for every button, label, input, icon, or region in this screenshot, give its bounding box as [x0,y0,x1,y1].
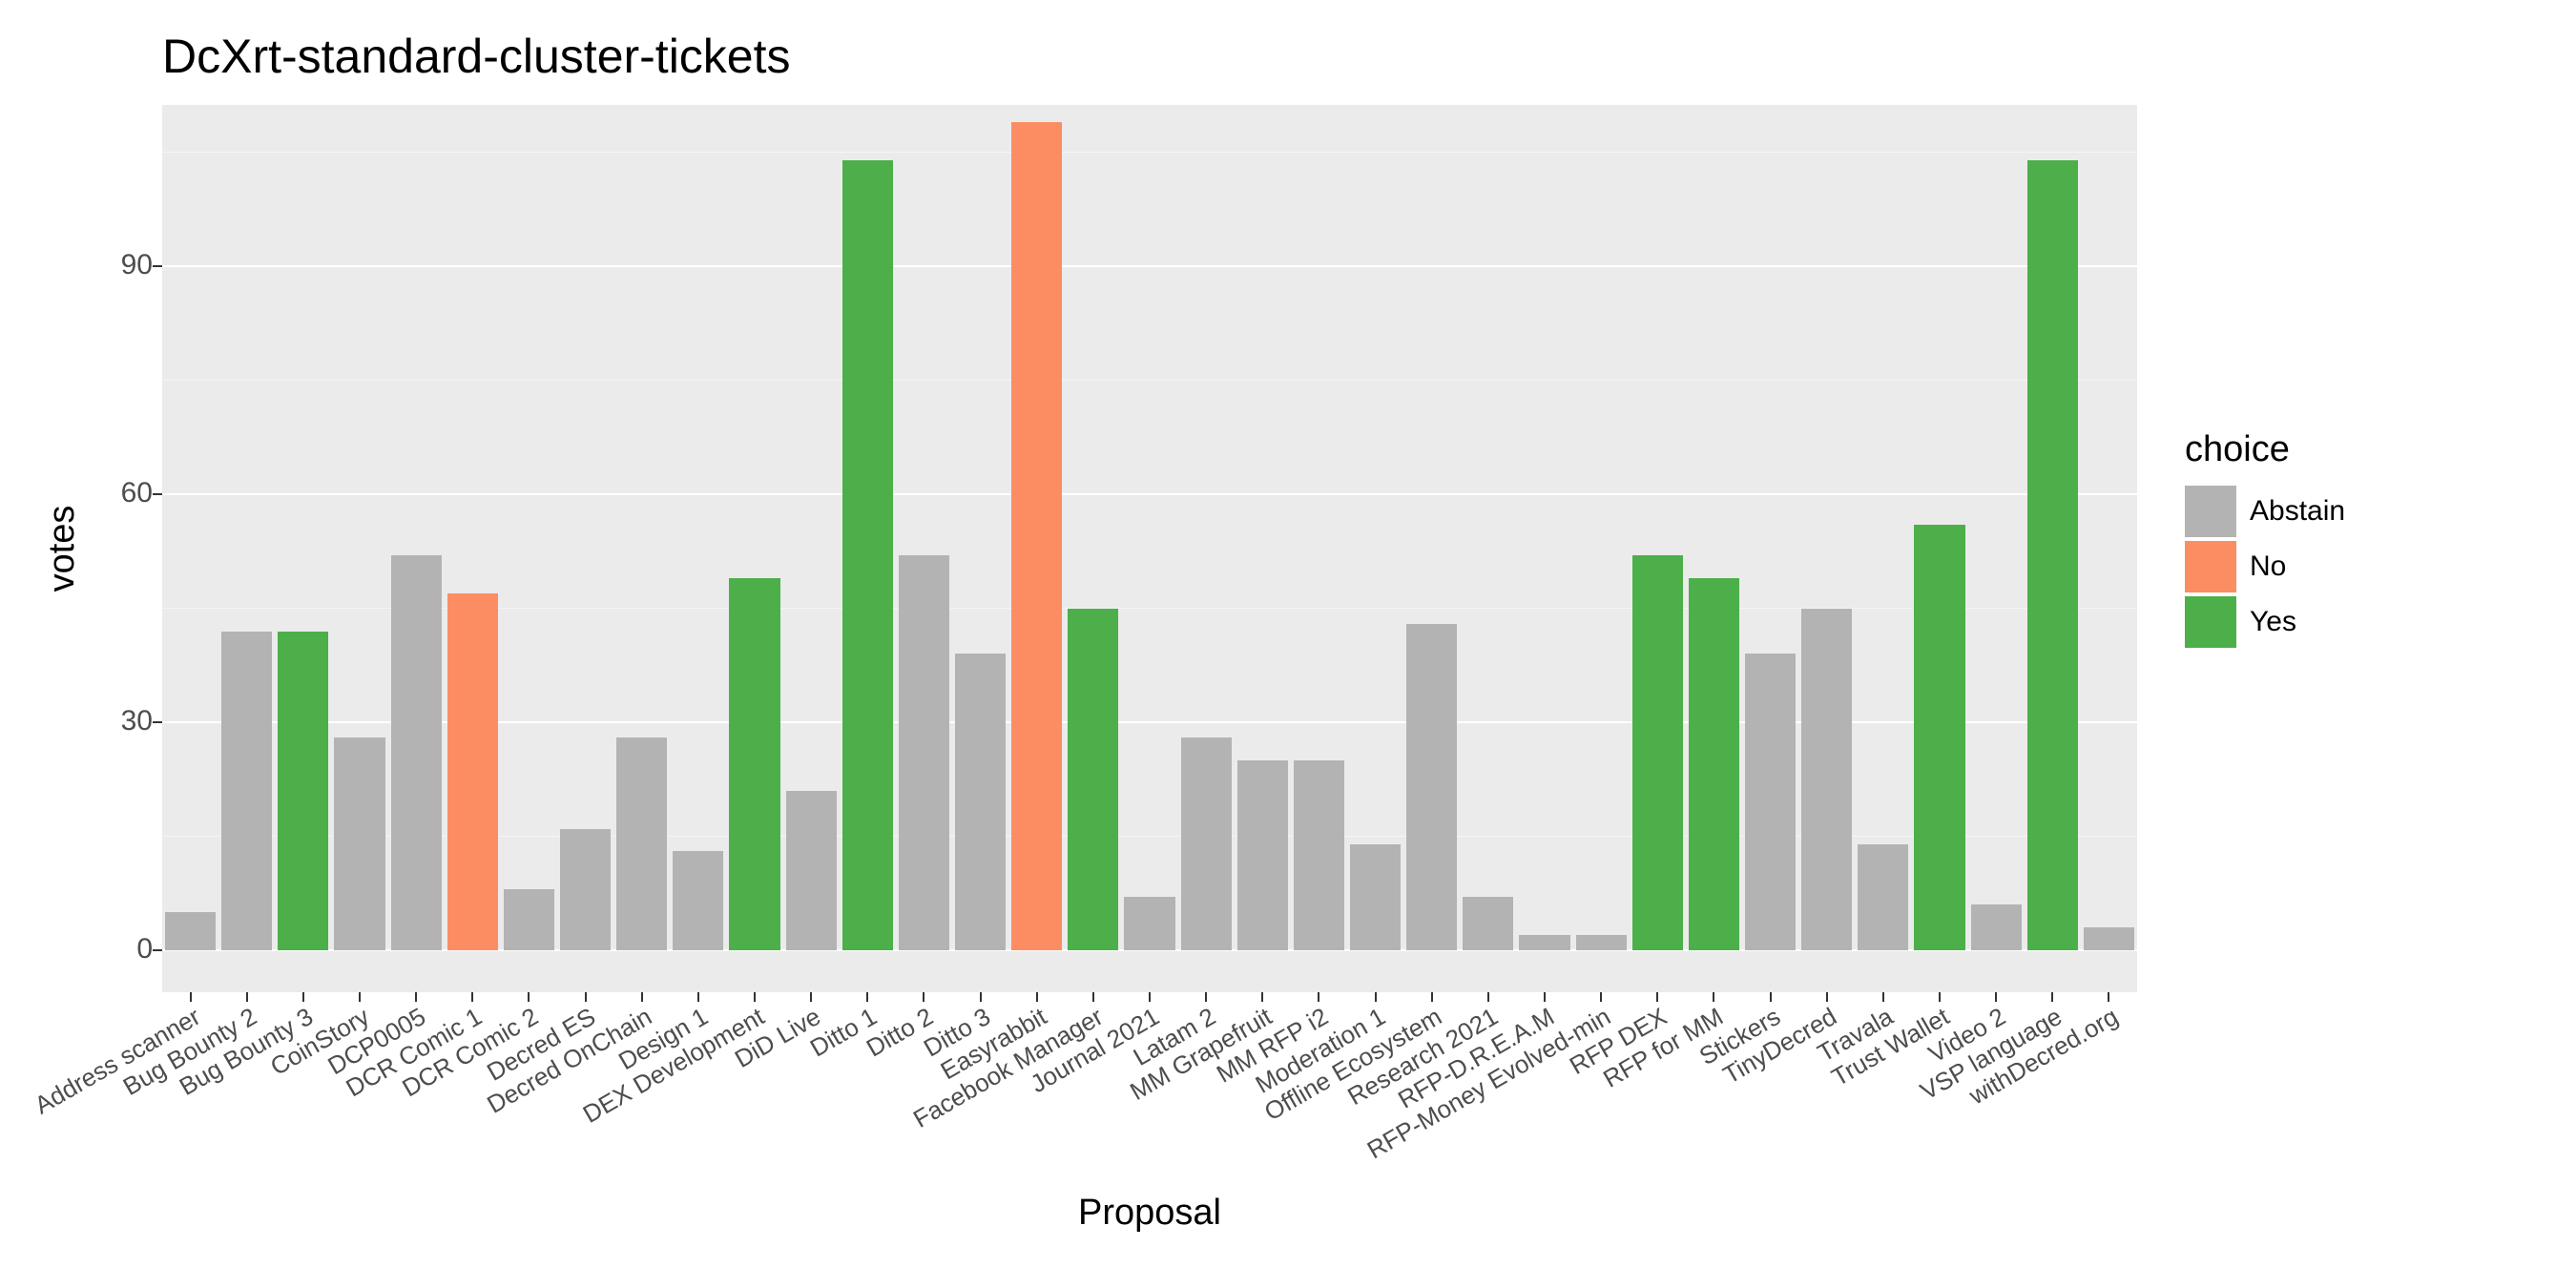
x-tick-mark [2108,992,2109,1002]
x-tick-mark [190,992,192,1002]
bar [2027,160,2078,950]
bar [2084,927,2134,950]
legend-label: No [2250,551,2286,583]
x-tick-mark [415,992,417,1002]
bar [1406,624,1457,950]
y-tick-mark [153,265,162,267]
bar [1294,760,1344,950]
x-tick-mark [1600,992,1602,1002]
y-tick-mark [153,949,162,951]
x-tick-mark [1375,992,1377,1002]
x-tick-mark [1487,992,1489,1002]
y-tick-mark [153,721,162,723]
plot-panel [162,105,2137,992]
x-tick-mark [1431,992,1433,1002]
y-tick-label: 0 [95,933,153,966]
x-tick-mark [980,992,982,1002]
x-tick-mark [1826,992,1828,1002]
bar [1237,760,1288,950]
legend-swatch [2185,596,2236,648]
bar [786,791,837,950]
x-tick-mark [1149,992,1151,1002]
bar [1576,935,1627,950]
legend-item: Yes [2185,596,2528,648]
legend: choice Abstain No Yes [2185,429,2528,652]
x-tick-mark [754,992,756,1002]
legend-swatch [2185,486,2236,537]
chart-title: DcXrt-standard-cluster-tickets [162,29,791,84]
x-tick-mark [866,992,868,1002]
x-tick-mark [359,992,361,1002]
x-tick-mark [471,992,473,1002]
bar [1801,609,1852,950]
legend-swatch [2185,541,2236,592]
bars-layer [162,105,2137,992]
x-tick-mark [1261,992,1263,1002]
bar [673,851,723,950]
x-tick-mark [585,992,587,1002]
bar [1181,737,1232,950]
bar [1519,935,1569,950]
bar [842,160,893,950]
bar [447,593,498,950]
x-tick-mark [1092,992,1094,1002]
bar [729,578,779,950]
x-tick-mark [810,992,812,1002]
x-tick-mark [697,992,699,1002]
bar [1858,844,1908,950]
legend-item: No [2185,541,2528,592]
bar [1124,897,1174,950]
x-tick-mark [1713,992,1714,1002]
bar [1914,525,1964,950]
x-tick-mark [641,992,643,1002]
y-axis-title: votes [42,506,83,592]
bar [1011,122,1062,950]
x-tick-mark [1656,992,1658,1002]
bar [165,912,216,950]
x-axis-title: Proposal [162,1193,2137,1234]
y-tick-mark [153,493,162,495]
bar [391,555,442,950]
bar [1068,609,1118,950]
legend-title: choice [2185,429,2528,470]
bar [616,737,667,950]
bar [955,654,1006,950]
bar [1689,578,1739,950]
bar [278,632,328,950]
bar [560,829,611,950]
x-tick-mark [1770,992,1772,1002]
x-tick-mark [246,992,248,1002]
x-tick-mark [1882,992,1884,1002]
bar [1463,897,1513,950]
y-tick-label: 90 [95,249,153,281]
y-tick-label: 30 [95,705,153,737]
bar [334,737,384,950]
bar [1745,654,1796,950]
x-tick-mark [1318,992,1319,1002]
x-tick-mark [1995,992,1997,1002]
chart-root: DcXrt-standard-cluster-tickets 0 30 60 90 A… [0,0,2576,1288]
x-tick-mark [302,992,304,1002]
x-tick-mark [1205,992,1207,1002]
y-tick-label: 60 [95,477,153,509]
bar [1971,904,2022,950]
legend-item: Abstain [2185,486,2528,537]
x-tick-mark [2051,992,2053,1002]
x-tick-mark [1939,992,1941,1002]
bar [1350,844,1401,950]
bar [221,632,272,950]
bar [899,555,949,950]
x-tick-mark [1544,992,1546,1002]
x-tick-mark [1036,992,1038,1002]
x-tick-mark [528,992,530,1002]
bar [1632,555,1683,950]
x-tick-mark [923,992,924,1002]
legend-label: Yes [2250,606,2296,638]
bar [504,889,554,950]
legend-label: Abstain [2250,495,2345,528]
